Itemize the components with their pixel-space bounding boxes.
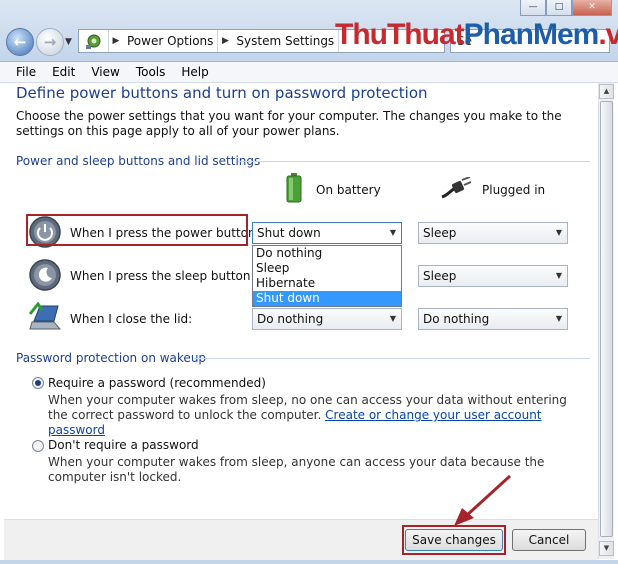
no-password-label[interactable]: Don't require a password [48,438,199,452]
window-controls: — □ ✕ [520,0,612,16]
sleep-button-label: When I press the sleep button: [70,269,255,283]
back-button[interactable]: ← [6,28,34,56]
breadcrumb-system-settings[interactable]: System Settings [232,30,340,52]
lid-battery-select[interactable]: Do nothing ▼ [252,308,402,330]
power-button-highlight [26,214,248,246]
breadcrumb-power-options[interactable]: Power Options [123,30,219,52]
control-panel-icon [79,30,109,52]
laptop-lid-icon [28,301,62,336]
scroll-up-button[interactable]: ▲ [599,84,614,99]
sleep-button-icon [28,258,62,292]
require-password-label[interactable]: Require a password (recommended) [48,376,266,390]
power-button-battery-options: Do nothing Sleep Hibernate Shut down [252,245,402,307]
power-button-plugged-select[interactable]: Sleep ▼ [418,222,568,244]
window-titlebar: — □ ✕ ← → ▼ ▶ Power Options ▶ System Set… [0,0,618,62]
option-sleep[interactable]: Sleep [253,261,401,276]
column-header-plugged: Plugged in [440,176,545,202]
sleep-button-plugged-select[interactable]: Sleep ▼ [418,265,568,287]
menu-bar: File Edit View Tools Help [0,62,618,83]
section-title-buttons: Power and sleep buttons and lid settings [16,154,261,168]
vertical-scrollbar[interactable]: ▲ ▼ [598,83,614,559]
column-header-battery: On battery [286,173,381,206]
option-do-nothing[interactable]: Do nothing [253,246,401,261]
minimize-button[interactable]: — [520,0,546,16]
menu-view[interactable]: View [83,65,127,79]
option-shut-down[interactable]: Shut down [253,291,401,306]
require-password-radio[interactable] [32,377,44,389]
main-content: Define power buttons and turn on passwor… [4,83,598,519]
no-password-radio[interactable] [32,440,44,452]
page-title: Define power buttons and turn on passwor… [16,84,428,102]
section-title-password: Password protection on wakeup [16,351,207,365]
window-bottom-border [0,560,618,564]
battery-icon [286,173,302,206]
cancel-button[interactable]: Cancel [512,529,586,551]
section-divider [194,358,590,359]
option-hibernate[interactable]: Hibernate [253,276,401,291]
require-password-description: When your computer wakes from sleep, no … [48,393,567,437]
maximize-button[interactable]: □ [546,0,572,16]
breadcrumb-separator[interactable]: ▶ [109,36,123,46]
menu-edit[interactable]: Edit [44,65,83,79]
forward-arrow-icon: → [43,33,57,51]
section-divider [238,161,590,162]
menu-help[interactable]: Help [173,65,216,79]
lid-plugged-select[interactable]: Do nothing ▼ [418,308,568,330]
site-watermark: ThuThuatPhanMem.vn [335,18,618,51]
lid-label: When I close the lid: [70,312,193,326]
scroll-down-button[interactable]: ▼ [599,541,614,556]
recent-pages-dropdown[interactable]: ▼ [65,37,72,47]
power-plug-icon [440,176,472,202]
breadcrumb-separator[interactable]: ▶ [218,36,232,46]
menu-tools[interactable]: Tools [128,65,174,79]
page-intro: Choose the power settings that you want … [16,109,562,138]
forward-button[interactable]: → [36,28,64,56]
power-button-battery-select[interactable]: Shut down ▼ [252,222,402,244]
scroll-thumb[interactable] [600,101,613,537]
back-arrow-icon: ← [13,33,27,51]
close-window-button[interactable]: ✕ [572,0,612,16]
menu-file[interactable]: File [8,65,44,79]
annotation-arrow-icon [454,474,512,526]
